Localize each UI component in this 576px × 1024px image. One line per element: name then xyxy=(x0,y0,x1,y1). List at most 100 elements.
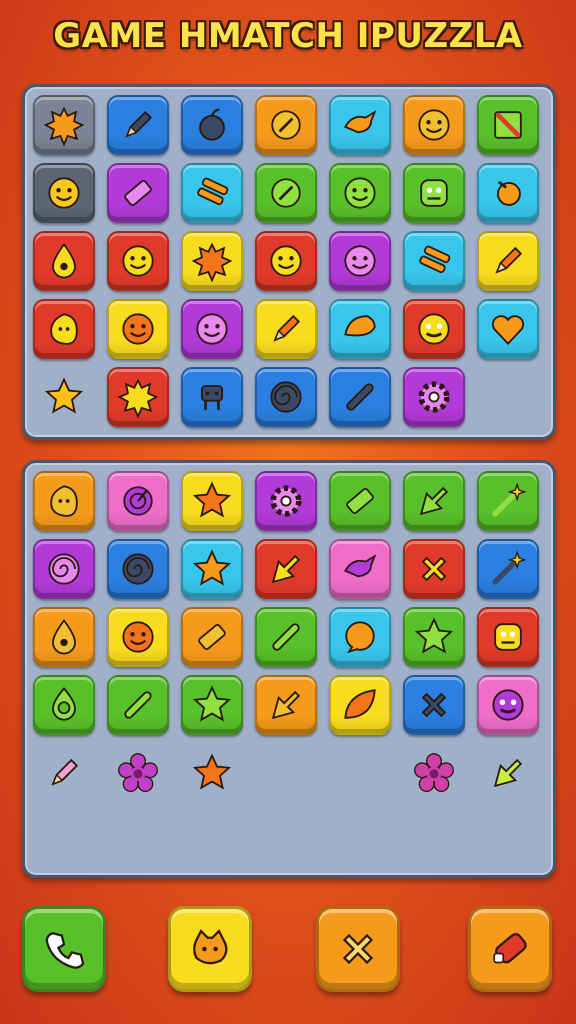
top-tile-r4-c2[interactable] xyxy=(107,299,169,359)
bottom-tile-r3-c4[interactable] xyxy=(255,607,317,667)
apple-icon xyxy=(199,108,225,141)
smiley-icon xyxy=(196,313,228,345)
bottom-tile-r1-c4[interactable] xyxy=(255,471,317,531)
bottom-tile-r3-c5[interactable] xyxy=(329,607,391,667)
top-tile-r2-c5[interactable] xyxy=(329,163,391,223)
smiley-icon xyxy=(122,621,154,653)
star-icon xyxy=(414,617,454,654)
splat-icon xyxy=(43,106,85,147)
bottom-tile-r4-c4[interactable] xyxy=(255,675,317,735)
top-tile-r3-c3[interactable] xyxy=(181,231,243,291)
bottom-tile-r5-c2[interactable] xyxy=(107,743,169,803)
bottom-tile-r1-c5[interactable] xyxy=(329,471,391,531)
top-tile-r4-c7[interactable] xyxy=(477,299,539,359)
bottom-tile-r3-c2[interactable] xyxy=(107,607,169,667)
cross-icon xyxy=(421,556,447,582)
top-tile-r1-c3[interactable] xyxy=(181,95,243,155)
cross-icon xyxy=(342,933,374,965)
bottom-tile-r4-c7[interactable] xyxy=(477,675,539,735)
bottom-tile-r5-c3[interactable] xyxy=(181,743,243,803)
ticket-icon xyxy=(124,180,152,206)
bottom-tile-r4-c1[interactable] xyxy=(33,675,95,735)
blob-icon xyxy=(50,485,78,517)
top-tile-r5-c7 xyxy=(477,367,539,427)
top-tile-r1-c6[interactable] xyxy=(403,95,465,155)
top-tile-r5-c1[interactable] xyxy=(33,367,95,427)
flag-icon xyxy=(494,111,522,139)
top-tile-r4-c6[interactable] xyxy=(403,299,465,359)
pet-button[interactable] xyxy=(168,906,252,992)
bottom-tile-r3-c1[interactable] xyxy=(33,607,95,667)
top-tile-r5-c5[interactable] xyxy=(329,367,391,427)
phone-button[interactable] xyxy=(22,906,106,992)
star-icon xyxy=(192,753,232,790)
splat-icon xyxy=(191,242,233,283)
top-tile-r4-c1[interactable] xyxy=(33,299,95,359)
star-icon xyxy=(192,549,232,586)
bottom-tile-r5-c1[interactable] xyxy=(33,743,95,803)
bottom-tile-r2-c2[interactable] xyxy=(107,539,169,599)
bottom-tile-r5-c7[interactable] xyxy=(477,743,539,803)
bottom-tile-r1-c3[interactable] xyxy=(181,471,243,531)
top-tile-r3-c2[interactable] xyxy=(107,231,169,291)
bottom-tile-r3-c3[interactable] xyxy=(181,607,243,667)
top-tile-r2-c2[interactable] xyxy=(107,163,169,223)
top-tile-r2-c4[interactable] xyxy=(255,163,317,223)
top-tile-r3-c1[interactable] xyxy=(33,231,95,291)
bottom-tile-r3-c7[interactable] xyxy=(477,607,539,667)
bottom-tile-r2-c4[interactable] xyxy=(255,539,317,599)
spiral-icon xyxy=(122,553,154,585)
monster-icon xyxy=(420,179,448,207)
top-tile-r2-c6[interactable] xyxy=(403,163,465,223)
top-tile-r2-c7[interactable] xyxy=(477,163,539,223)
pencil-icon xyxy=(125,110,153,138)
slash-icon xyxy=(124,691,152,719)
bottom-tile-r3-c6[interactable] xyxy=(403,607,465,667)
bottom-tile-r4-c2[interactable] xyxy=(107,675,169,735)
ball-icon xyxy=(271,178,301,208)
top-tile-r4-c4[interactable] xyxy=(255,299,317,359)
bottom-tile-r2-c5[interactable] xyxy=(329,539,391,599)
top-tile-r3-c5[interactable] xyxy=(329,231,391,291)
top-tile-r4-c5[interactable] xyxy=(329,299,391,359)
eraser-button[interactable] xyxy=(468,906,552,992)
bottom-tile-r1-c6[interactable] xyxy=(403,471,465,531)
top-tile-r5-c6[interactable] xyxy=(403,367,465,427)
bulb-icon xyxy=(497,180,521,206)
close-button[interactable] xyxy=(316,906,400,992)
bottom-tile-r1-c7[interactable] xyxy=(477,471,539,531)
top-tile-r1-c1[interactable] xyxy=(33,95,95,155)
top-tile-r5-c4[interactable] xyxy=(255,367,317,427)
top-tile-r1-c2[interactable] xyxy=(107,95,169,155)
face-icon xyxy=(492,689,524,721)
top-tile-r5-c2[interactable] xyxy=(107,367,169,427)
top-tile-r2-c3[interactable] xyxy=(181,163,243,223)
top-tile-r1-c4[interactable] xyxy=(255,95,317,155)
star-icon xyxy=(192,481,232,518)
arrow-icon xyxy=(271,690,301,720)
bottom-tile-r2-c7[interactable] xyxy=(477,539,539,599)
top-tile-r1-c5[interactable] xyxy=(329,95,391,155)
bottom-tile-r2-c3[interactable] xyxy=(181,539,243,599)
bottom-tile-r2-c6[interactable] xyxy=(403,539,465,599)
bottom-tile-r1-c1[interactable] xyxy=(33,471,95,531)
arrow-icon xyxy=(493,758,523,788)
top-tile-r5-c3[interactable] xyxy=(181,367,243,427)
slash-icon xyxy=(346,383,374,411)
top-tile-r3-c7[interactable] xyxy=(477,231,539,291)
top-tile-r4-c3[interactable] xyxy=(181,299,243,359)
bird-icon xyxy=(344,553,377,578)
bottom-tile-r4-c3[interactable] xyxy=(181,675,243,735)
top-tile-r3-c6[interactable] xyxy=(403,231,465,291)
smiley-icon xyxy=(48,177,80,209)
top-tile-r3-c4[interactable] xyxy=(255,231,317,291)
bottom-tile-r5-c4 xyxy=(255,743,317,803)
bottom-tile-r2-c1[interactable] xyxy=(33,539,95,599)
top-tile-r1-c7[interactable] xyxy=(477,95,539,155)
top-tile-r2-c1[interactable] xyxy=(33,163,95,223)
bottom-tile-r4-c5[interactable] xyxy=(329,675,391,735)
bottom-tile-r4-c6[interactable] xyxy=(403,675,465,735)
bottom-tile-r1-c2[interactable] xyxy=(107,471,169,531)
bottom-tile-r5-c6[interactable] xyxy=(403,743,465,803)
phone-icon xyxy=(45,932,85,969)
